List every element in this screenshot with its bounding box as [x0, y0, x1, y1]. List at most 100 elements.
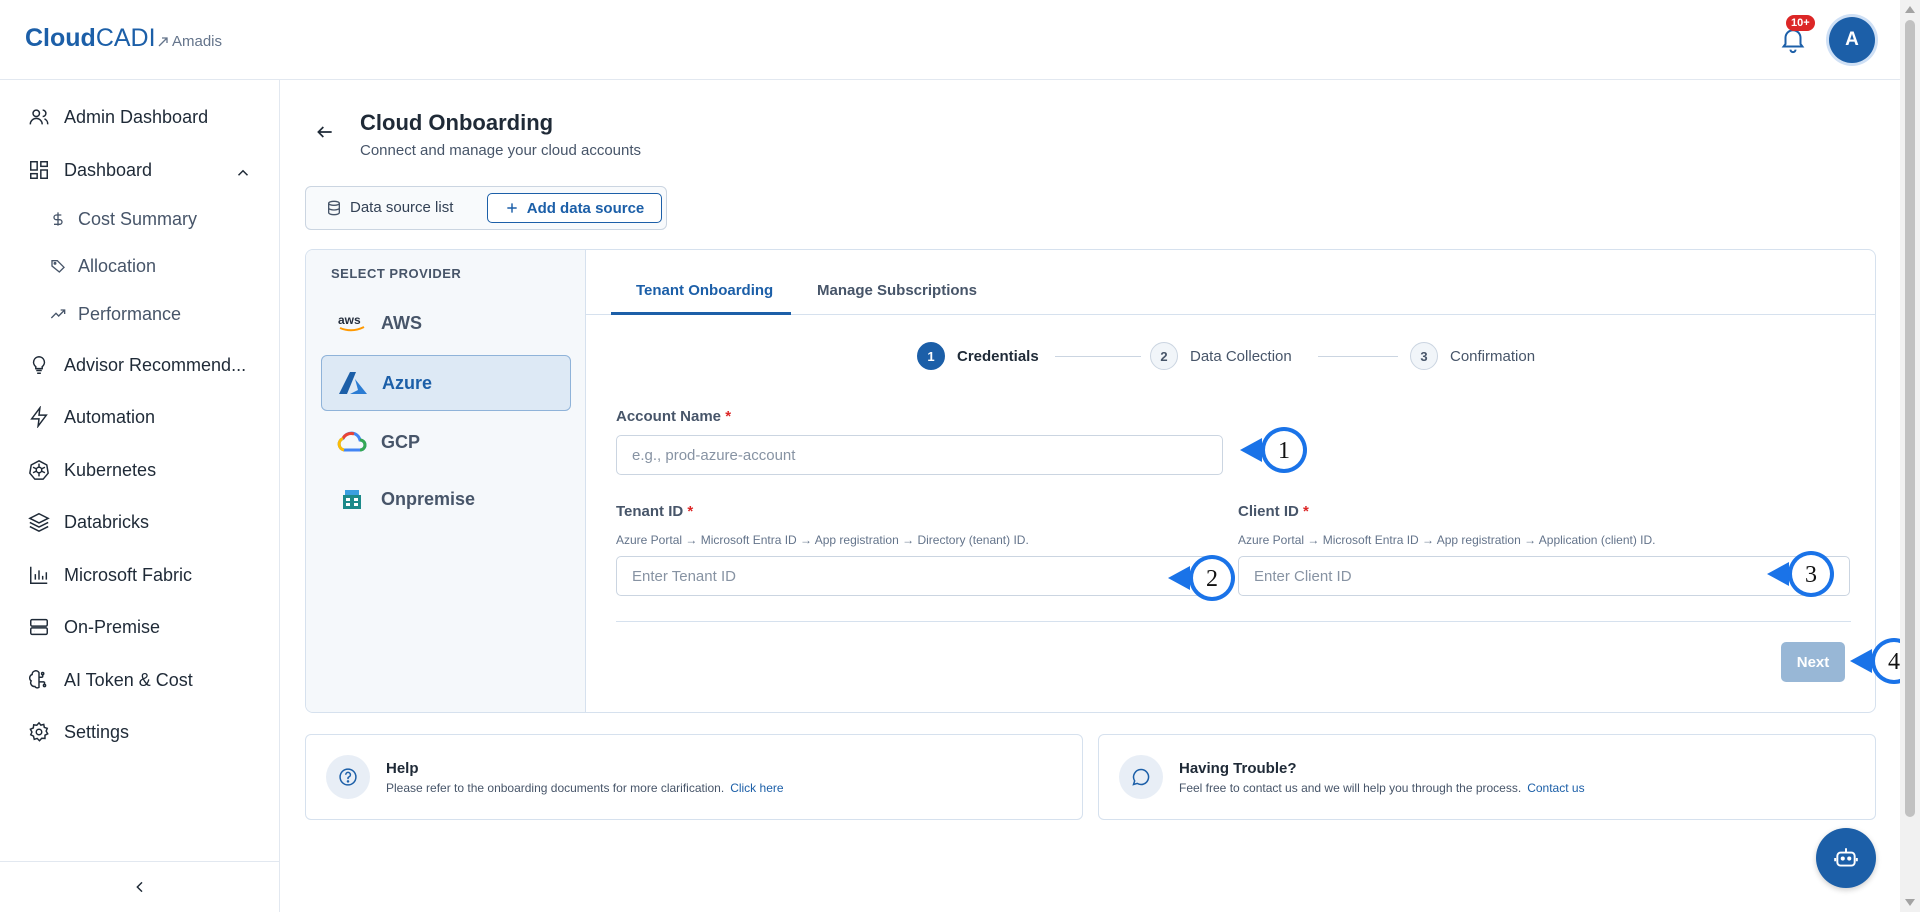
sidebar-subitem-label: Cost Summary	[78, 208, 198, 229]
trouble-title: Having Trouble?	[1179, 760, 1297, 777]
chatbot-button[interactable]	[1816, 828, 1876, 888]
gear-icon	[29, 721, 49, 742]
svg-text:aws: aws	[338, 313, 361, 327]
callout-marker-1: 1	[1240, 427, 1307, 473]
bar-chart-icon	[30, 566, 48, 584]
chat-icon	[1119, 755, 1163, 799]
avatar[interactable]: A	[1829, 17, 1875, 63]
add-data-source-tab[interactable]: Add data source	[487, 193, 662, 223]
callout-number: 3	[1805, 562, 1817, 588]
tenant-id-label: Tenant ID *	[616, 503, 693, 520]
page-scrollbar[interactable]	[1900, 0, 1920, 912]
scroll-down-arrow-icon[interactable]	[1905, 899, 1915, 906]
step-data-collection: 2 Data Collection	[1150, 342, 1292, 370]
sidebar-item-settings[interactable]: Settings	[28, 717, 129, 747]
tab-tenant-onboarding[interactable]: Tenant Onboarding	[636, 282, 773, 299]
data-source-tabs: Data source list Add data source	[305, 186, 667, 230]
tab-manage-subscriptions[interactable]: Manage Subscriptions	[817, 282, 977, 299]
data-source-list-tab[interactable]: Data source list	[326, 199, 453, 216]
server-icon	[30, 618, 48, 636]
chevron-left-icon	[136, 881, 143, 893]
chevron-up-icon[interactable]	[234, 164, 252, 182]
trend-icon	[50, 309, 66, 319]
provider-aws[interactable]: aws AWS	[321, 295, 571, 351]
client-id-label-text: Client ID	[1238, 503, 1299, 520]
sidebar-subitem-performance[interactable]: Performance	[50, 299, 181, 329]
ai-brain-icon	[28, 670, 47, 689]
tenant-id-input[interactable]	[616, 556, 1221, 596]
provider-label: Onpremise	[381, 488, 476, 509]
help-text: Please refer to the onboarding documents…	[386, 781, 784, 795]
step-confirmation: 3 Confirmation	[1410, 342, 1535, 370]
sidebar-item-admin-dashboard[interactable]: Admin Dashboard	[28, 102, 208, 132]
provider-label: AWS	[381, 312, 423, 333]
brand-logo[interactable]: Cloud CADI	[25, 24, 156, 53]
step-connector	[1318, 356, 1398, 357]
sidebar-item-microsoft-fabric[interactable]: Microsoft Fabric	[28, 560, 192, 590]
gcp-logo-icon	[337, 430, 367, 454]
account-name-input[interactable]	[616, 435, 1223, 475]
page-title: Cloud Onboarding	[360, 110, 554, 135]
provider-azure[interactable]: Azure	[321, 355, 571, 411]
sidebar-item-label: Advisor Recommend...	[64, 354, 247, 375]
step-label: Confirmation	[1450, 347, 1536, 365]
dollar-icon	[53, 212, 63, 226]
step-connector	[1055, 356, 1141, 357]
sidebar-item-label: Dashboard	[64, 159, 153, 180]
sidebar-item-databricks[interactable]: Databricks	[28, 507, 149, 537]
sidebar-item-label: On-Premise	[64, 616, 161, 637]
step-credentials: 1 Credentials	[917, 342, 1039, 370]
provider-label: GCP	[381, 431, 421, 452]
sidebar-item-label: AI Token & Cost	[64, 669, 193, 690]
client-id-hint: Azure Portal → Microsoft Entra ID → App …	[1238, 533, 1656, 547]
sidebar-subitem-label: Performance	[78, 303, 182, 324]
back-arrow-icon[interactable]	[315, 122, 335, 142]
next-button[interactable]: Next	[1781, 642, 1845, 682]
users-icon	[29, 109, 49, 125]
callout-marker-3: 3	[1767, 551, 1834, 597]
provider-gcp[interactable]: GCP	[321, 414, 571, 470]
trouble-card: Having Trouble? Feel free to contact us …	[1098, 734, 1876, 820]
data-source-list-label: Data source list	[350, 199, 454, 216]
help-icon	[326, 755, 370, 799]
account-name-label: Account Name *	[616, 408, 731, 425]
client-id-label: Client ID *	[1238, 503, 1309, 520]
account-name-label-text: Account Name	[616, 408, 722, 425]
sidebar-item-on-premise[interactable]: On-Premise	[28, 612, 160, 642]
onboarding-tabs: Tenant Onboarding Manage Subscriptions	[586, 250, 1875, 315]
help-text-body: Please refer to the onboarding documents…	[386, 781, 725, 795]
sidebar-collapse-button[interactable]	[0, 861, 280, 912]
sidebar-item-label: Microsoft Fabric	[64, 564, 193, 585]
sidebar-item-automation[interactable]: Automation	[28, 402, 155, 432]
tag-icon	[51, 260, 65, 273]
sidebar-subitem-allocation[interactable]: Allocation	[50, 251, 156, 281]
dashboard-icon	[30, 161, 48, 179]
sidebar-item-label: Kubernetes	[64, 459, 157, 480]
sidebar-item-dashboard[interactable]: Dashboard	[28, 155, 152, 185]
onpremise-logo-icon	[337, 487, 367, 511]
active-tab-indicator	[611, 312, 791, 315]
provider-onpremise[interactable]: Onpremise	[321, 471, 571, 527]
scroll-thumb[interactable]	[1905, 20, 1915, 817]
provider-label: Azure	[382, 372, 433, 393]
add-data-source-label: Add data source	[526, 199, 645, 217]
callout-marker-2: 2	[1168, 555, 1235, 601]
step-number: 2	[1150, 342, 1178, 370]
help-link[interactable]: Click here	[730, 781, 783, 795]
required-mark: *	[725, 408, 732, 425]
sidebar-item-label: Databricks	[64, 511, 150, 532]
database-icon	[328, 200, 340, 215]
client-id-input[interactable]	[1238, 556, 1850, 596]
provider-heading: SELECT PROVIDER	[331, 266, 462, 281]
sidebar: Admin Dashboard Dashboard Cost Summary A…	[0, 80, 280, 912]
sidebar-item-ai-token-cost[interactable]: AI Token & Cost	[28, 665, 193, 695]
tenant-name: Amadis	[172, 33, 223, 50]
contact-link[interactable]: Contact us	[1527, 781, 1584, 795]
sidebar-item-advisor[interactable]: Advisor Recommend...	[28, 350, 246, 380]
scroll-up-arrow-icon[interactable]	[1905, 6, 1915, 13]
brand-part2: CADI	[95, 24, 156, 52]
sidebar-item-kubernetes[interactable]: Kubernetes	[28, 455, 156, 485]
tenant-label: Amadis	[158, 33, 222, 50]
sidebar-item-label: Admin Dashboard	[64, 106, 209, 127]
sidebar-subitem-cost-summary[interactable]: Cost Summary	[50, 204, 197, 234]
